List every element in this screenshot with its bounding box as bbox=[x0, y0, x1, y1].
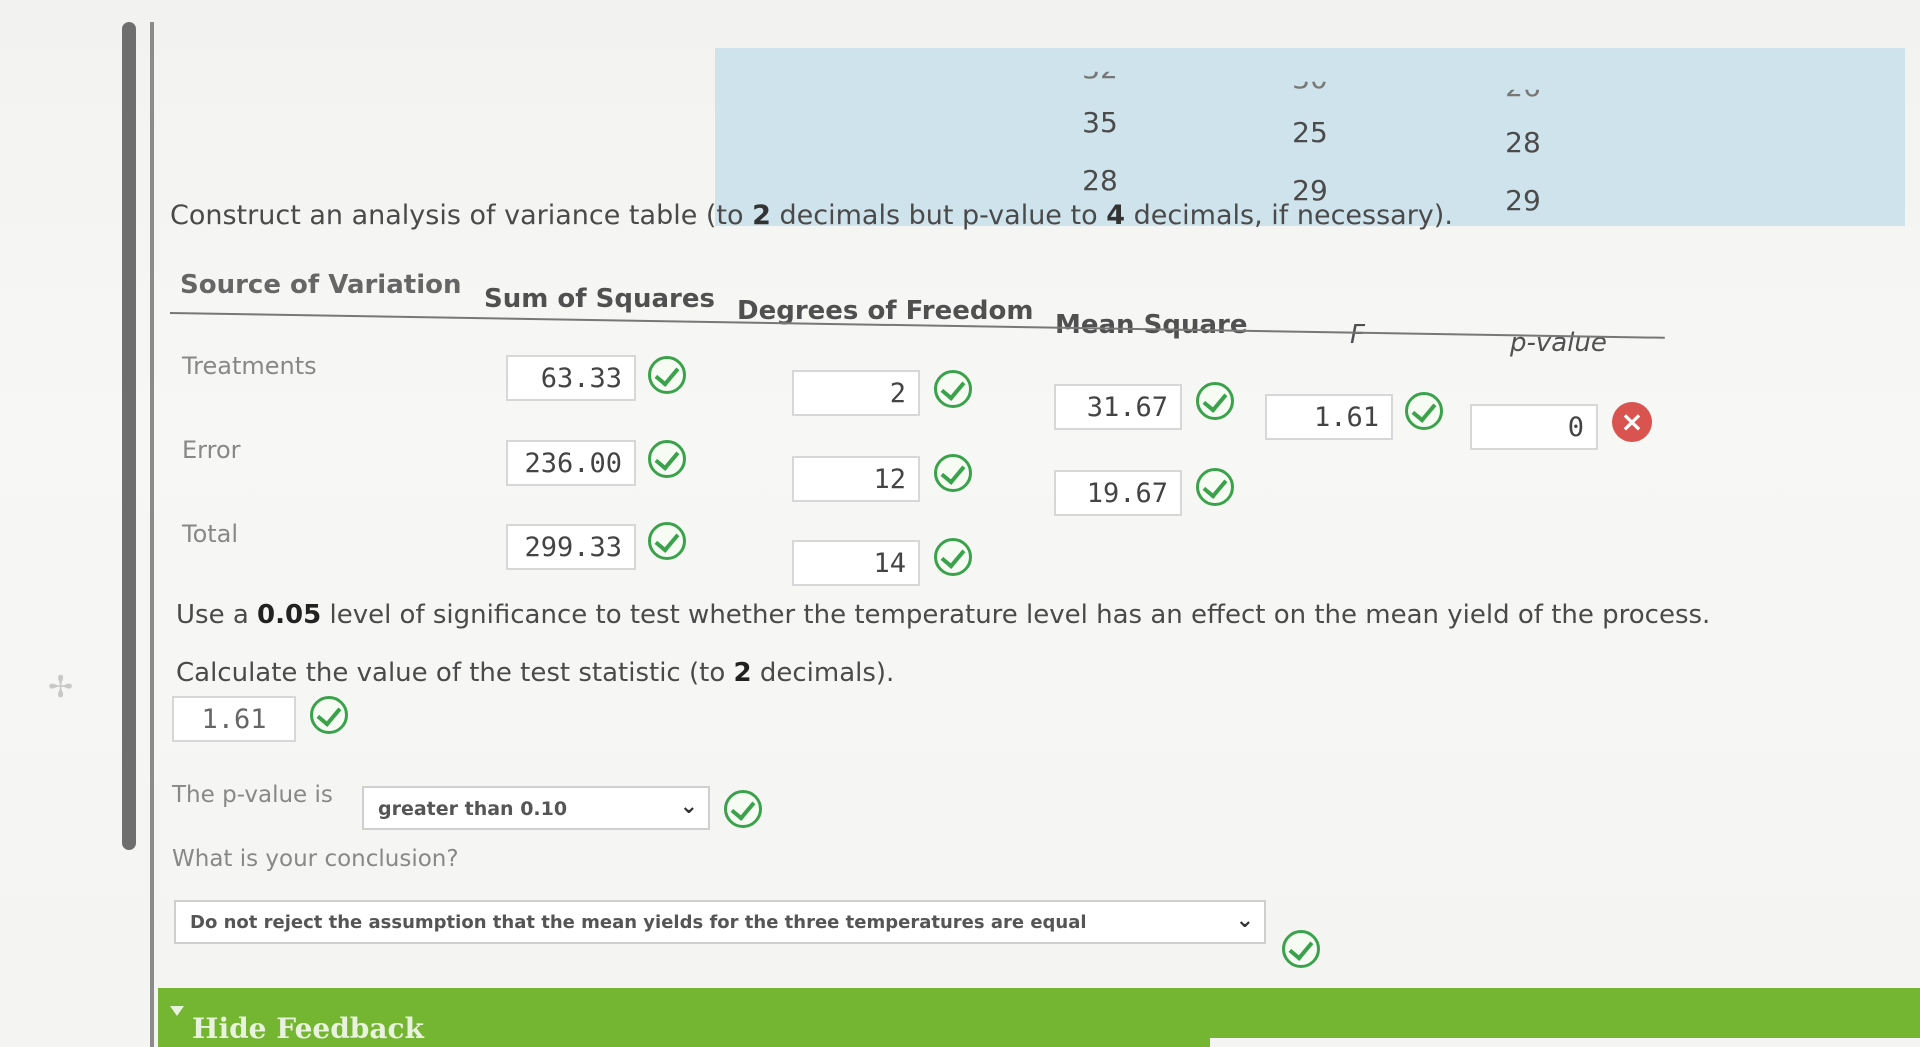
header-source: Source of Variation bbox=[180, 270, 462, 300]
error-ss-input[interactable]: 236.00 bbox=[506, 440, 636, 486]
check-icon bbox=[934, 370, 972, 408]
data-cell: 25 bbox=[1292, 116, 1328, 149]
cursor-mark-icon: ✢ bbox=[48, 670, 74, 705]
header-sum-of-squares: Sum of Squares bbox=[484, 284, 715, 314]
page: ✢ 32 30 26 35 25 28 28 29 29 Construct a… bbox=[0, 0, 1920, 1047]
total-ss-input[interactable]: 299.33 bbox=[506, 524, 636, 570]
instruction-text: Construct an analysis of variance table … bbox=[170, 200, 1453, 231]
treatments-f-input[interactable]: 1.61 bbox=[1265, 394, 1393, 440]
row-label-total: Total bbox=[182, 520, 239, 548]
header-mean-square: Mean Square bbox=[1055, 310, 1248, 340]
data-cell: 28 bbox=[1082, 164, 1118, 197]
data-cell: 30 bbox=[1292, 62, 1328, 95]
check-icon bbox=[1405, 392, 1443, 430]
check-icon bbox=[648, 440, 686, 478]
p-value-dropdown[interactable]: greater than 0.10 ⌄ bbox=[362, 786, 710, 830]
test-statistic-question: Calculate the value of the test statisti… bbox=[176, 658, 895, 688]
conclusion-dropdown[interactable]: Do not reject the assumption that the me… bbox=[174, 900, 1266, 944]
treatments-ms-input[interactable]: 31.67 bbox=[1054, 384, 1182, 430]
p-value-label: The p-value is bbox=[172, 782, 333, 808]
check-icon bbox=[1196, 468, 1234, 506]
total-df-input[interactable]: 14 bbox=[792, 540, 920, 586]
check-icon bbox=[648, 356, 686, 394]
conclusion-label: What is your conclusion? bbox=[172, 846, 459, 872]
content-divider bbox=[150, 22, 154, 1047]
row-label-treatments: Treatments bbox=[182, 352, 317, 380]
check-icon bbox=[934, 454, 972, 492]
collapse-triangle-icon[interactable] bbox=[170, 1006, 184, 1016]
incorrect-icon: × bbox=[1612, 402, 1652, 442]
test-statistic-input[interactable]: 1.61 bbox=[172, 696, 296, 742]
chevron-down-icon: ⌄ bbox=[679, 794, 698, 819]
chevron-down-icon: ⌄ bbox=[1235, 908, 1254, 933]
error-df-input[interactable]: 12 bbox=[792, 456, 920, 502]
data-cell: 32 bbox=[1082, 52, 1118, 85]
data-cell: 35 bbox=[1082, 106, 1118, 139]
data-cell: 28 bbox=[1505, 126, 1541, 159]
check-icon bbox=[1282, 930, 1320, 968]
hide-feedback-link[interactable]: Hide Feedback bbox=[192, 1012, 424, 1045]
scrollbar[interactable] bbox=[122, 22, 136, 850]
data-cell: 29 bbox=[1505, 184, 1541, 217]
error-ms-input[interactable]: 19.67 bbox=[1054, 470, 1182, 516]
page-background-strip bbox=[1210, 1038, 1920, 1047]
check-icon bbox=[1196, 382, 1234, 420]
check-icon bbox=[724, 790, 762, 828]
treatments-p-value-input[interactable]: 0 bbox=[1470, 404, 1598, 450]
header-f: F bbox=[1350, 320, 1365, 350]
conclusion-selected: Do not reject the assumption that the me… bbox=[190, 912, 1087, 933]
check-icon bbox=[310, 696, 348, 734]
significance-question: Use a 0.05 level of significance to test… bbox=[176, 600, 1711, 630]
row-label-error: Error bbox=[182, 436, 241, 464]
data-cell: 26 bbox=[1505, 70, 1541, 103]
treatments-ss-input[interactable]: 63.33 bbox=[506, 355, 636, 401]
treatments-df-input[interactable]: 2 bbox=[792, 370, 920, 416]
check-icon bbox=[648, 522, 686, 560]
header-p-value: p-value bbox=[1510, 328, 1607, 358]
p-value-selected: greater than 0.10 bbox=[378, 798, 568, 820]
check-icon bbox=[934, 538, 972, 576]
